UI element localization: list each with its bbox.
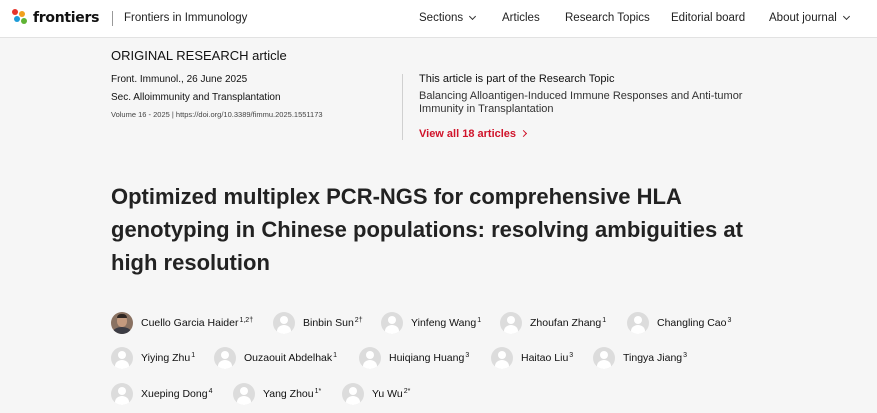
author-name: Yu Wu2*: [372, 388, 411, 400]
frontiers-logo-icon: [12, 9, 30, 27]
user-avatar-icon: [342, 383, 364, 405]
author-name: Cuello Garcia Haider1,2†: [141, 317, 254, 329]
nav-articles-label: Articles: [502, 12, 540, 24]
author-chip[interactable]: Tingya Jiang3: [593, 346, 687, 370]
nav-about-journal-label: About journal: [769, 12, 837, 24]
view-all-articles-link[interactable]: View all 18 articles: [419, 128, 528, 140]
user-avatar-icon: [111, 347, 133, 369]
section-link[interactable]: Sec. Alloimmunity and Transplantation: [111, 92, 281, 103]
header-divider: [112, 11, 113, 26]
nav-sections[interactable]: Sections: [419, 12, 477, 24]
author-chip[interactable]: Zhoufan Zhang1: [500, 311, 606, 335]
nav-editorial-board[interactable]: Editorial board: [671, 12, 745, 24]
user-avatar-icon: [593, 347, 615, 369]
author-name: Yinfeng Wang1: [411, 317, 482, 329]
user-avatar-icon: [273, 312, 295, 334]
author-photo: [111, 312, 133, 334]
user-avatar-icon: [359, 347, 381, 369]
top-navigation-bar: frontiers Frontiers in Immunology Sectio…: [0, 0, 877, 38]
article-type: ORIGINAL RESEARCH article: [111, 48, 287, 63]
frontiers-logo[interactable]: frontiers: [12, 9, 99, 27]
user-avatar-icon: [111, 383, 133, 405]
nav-research-topics-label: Research Topics: [565, 12, 650, 24]
author-chip[interactable]: Changling Cao3: [627, 311, 731, 335]
chevron-down-icon: [469, 12, 477, 21]
chevron-right-icon: [519, 129, 528, 138]
author-chip[interactable]: Binbin Sun2†: [273, 311, 363, 335]
journal-name-link[interactable]: Frontiers in Immunology: [124, 12, 247, 24]
author-chip[interactable]: Yiying Zhu1: [111, 346, 195, 370]
author-chip[interactable]: Yinfeng Wang1: [381, 311, 481, 335]
nav-editorial-board-label: Editorial board: [671, 12, 746, 24]
nav-research-topics[interactable]: Research Topics: [565, 12, 650, 24]
research-topic-heading: This article is part of the Research Top…: [419, 73, 615, 85]
journal-date: Front. Immunol., 26 June 2025: [111, 74, 248, 85]
user-avatar-icon: [381, 312, 403, 334]
author-chip[interactable]: Cuello Garcia Haider1,2†: [111, 311, 253, 335]
chevron-down-icon: [842, 12, 850, 21]
author-chip[interactable]: Haitao Liu3: [491, 346, 573, 370]
author-name: Haitao Liu3: [521, 352, 574, 364]
nav-sections-label: Sections: [419, 12, 464, 24]
article-title: Optimized multiplex PCR-NGS for comprehe…: [111, 184, 743, 275]
author-name: Binbin Sun2†: [303, 317, 363, 329]
nav-about-journal[interactable]: About journal: [769, 12, 850, 24]
author-chip[interactable]: Xueping Dong4: [111, 382, 212, 406]
view-all-articles-label: View all 18 articles: [419, 128, 517, 140]
user-avatar-icon: [233, 383, 255, 405]
author-name: Tingya Jiang3: [623, 352, 688, 364]
user-avatar-icon: [214, 347, 236, 369]
author-name: Ouzaouit Abdelhak1: [244, 352, 338, 364]
author-name: Changling Cao3: [657, 317, 732, 329]
user-avatar-icon: [627, 312, 649, 334]
user-avatar-icon: [491, 347, 513, 369]
nav-articles[interactable]: Articles: [502, 12, 540, 24]
author-name: Huiqiang Huang3: [389, 352, 470, 364]
author-chip[interactable]: Yu Wu2*: [342, 382, 410, 406]
author-name: Yiying Zhu1: [141, 352, 196, 364]
author-chip[interactable]: Huiqiang Huang3: [359, 346, 469, 370]
author-name: Zhoufan Zhang1: [530, 317, 607, 329]
author-name: Yang Zhou1*: [263, 388, 322, 400]
research-topic-title-link[interactable]: Balancing Alloantigen-Induced Immune Res…: [419, 90, 764, 116]
author-chip[interactable]: Yang Zhou1*: [233, 382, 321, 406]
author-name: Xueping Dong4: [141, 388, 213, 400]
user-avatar-icon: [500, 312, 522, 334]
logo-text: frontiers: [33, 10, 100, 26]
author-chip[interactable]: Ouzaouit Abdelhak1: [214, 346, 337, 370]
meta-divider: [402, 74, 403, 140]
volume-doi[interactable]: Volume 16 - 2025 | https://doi.org/10.33…: [111, 110, 323, 119]
